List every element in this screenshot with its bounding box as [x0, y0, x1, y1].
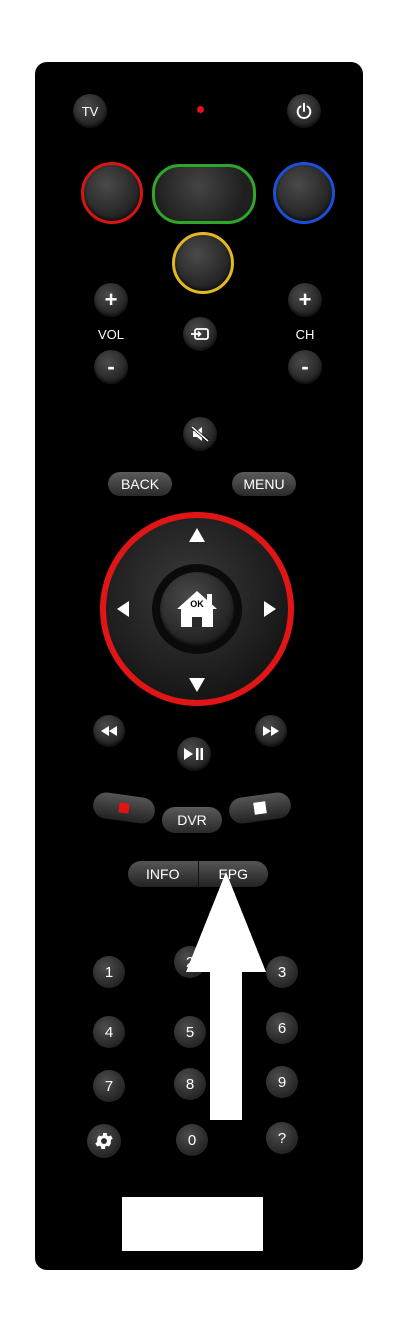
dpad-right-icon[interactable] [264, 601, 276, 617]
green-button[interactable] [152, 164, 256, 224]
tv-label: TV [81, 103, 99, 119]
ch-down-button[interactable]: - [288, 350, 322, 384]
blue-button[interactable] [273, 162, 335, 224]
play-pause-icon [184, 748, 203, 760]
number-0-button[interactable]: 0 [176, 1124, 208, 1156]
number-7-button[interactable]: 7 [93, 1070, 125, 1102]
settings-button[interactable] [87, 1124, 121, 1158]
fast-forward-button[interactable] [255, 715, 287, 747]
help-button[interactable]: ? [266, 1122, 298, 1154]
red-button[interactable] [81, 162, 143, 224]
up-arrow-pointer [186, 872, 266, 1120]
mute-icon [191, 425, 209, 443]
ok-label: OK [190, 599, 204, 609]
yellow-button[interactable] [172, 232, 234, 294]
number-4-button[interactable]: 4 [93, 1016, 125, 1048]
home-icon [177, 591, 217, 627]
vol-minus-icon: - [107, 354, 115, 379]
number-9-button[interactable]: 9 [266, 1066, 298, 1098]
record-icon [118, 802, 130, 814]
dpad-up-icon[interactable] [189, 528, 205, 542]
input-icon [191, 328, 209, 340]
vol-down-button[interactable]: - [94, 350, 128, 384]
vol-up-button[interactable]: + [94, 283, 128, 317]
rewind-icon [101, 726, 117, 736]
stop-button[interactable] [227, 790, 293, 826]
ch-up-button[interactable]: + [288, 283, 322, 317]
vol-label: VOL [97, 327, 124, 342]
number-1-button[interactable]: 1 [93, 956, 125, 988]
number-3-button[interactable]: 3 [266, 956, 298, 988]
input-source-button[interactable] [183, 317, 217, 351]
back-button[interactable]: BACK [108, 472, 172, 496]
mute-button[interactable] [183, 417, 217, 451]
led-indicator [197, 106, 204, 113]
power-button[interactable] [287, 94, 321, 128]
record-button[interactable] [91, 790, 157, 826]
ok-home-button[interactable] [160, 572, 234, 646]
menu-button[interactable]: MENU [232, 472, 296, 496]
ch-plus-icon: + [298, 287, 312, 312]
stop-icon [253, 801, 267, 815]
tv-button[interactable]: TV [73, 94, 107, 128]
number-6-button[interactable]: 6 [266, 1012, 298, 1044]
fast-forward-icon [263, 726, 279, 736]
ch-label: CH [295, 327, 315, 342]
ch-minus-icon: - [301, 354, 309, 379]
dpad-down-icon[interactable] [189, 678, 205, 692]
dvr-button[interactable]: DVR [162, 807, 222, 833]
play-pause-button[interactable] [177, 737, 211, 771]
vol-plus-icon: + [104, 287, 118, 312]
power-icon [296, 102, 312, 119]
rewind-button[interactable] [93, 715, 125, 747]
dpad-left-icon[interactable] [117, 601, 129, 617]
logo-area [122, 1197, 263, 1251]
gear-icon [95, 1133, 113, 1149]
